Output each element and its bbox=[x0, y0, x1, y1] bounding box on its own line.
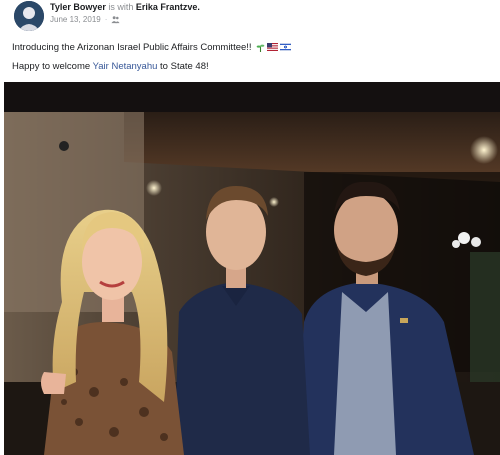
mention-link[interactable]: Yair Netanyahu bbox=[93, 61, 158, 72]
post-header: Tyler Bowyer is with Erika Frantzve. Jun… bbox=[0, 0, 500, 34]
post-meta: June 13, 2019 · bbox=[50, 15, 120, 24]
plant-icon bbox=[256, 44, 265, 52]
intro-text: Introducing the Arizonan Israel Public A… bbox=[12, 42, 252, 53]
post-line-1: Introducing the Arizonan Israel Public A… bbox=[12, 38, 492, 57]
post-text: Introducing the Arizonan Israel Public A… bbox=[12, 38, 492, 76]
friends-icon[interactable] bbox=[111, 15, 120, 24]
us-flag-icon bbox=[267, 42, 279, 51]
welcome-suffix: to State 48! bbox=[157, 61, 209, 72]
post-date[interactable]: June 13, 2019 bbox=[50, 15, 101, 24]
author-avatar[interactable] bbox=[14, 1, 44, 31]
facebook-post: Tyler Bowyer is with Erika Frantzve. Jun… bbox=[0, 0, 500, 455]
meta-separator: · bbox=[104, 15, 108, 24]
israel-flag-icon bbox=[280, 42, 292, 51]
with-text: is with bbox=[108, 2, 134, 12]
group-photo-image bbox=[4, 82, 500, 455]
author-line: Tyler Bowyer is with Erika Frantzve. bbox=[50, 2, 200, 12]
author-name[interactable]: Tyler Bowyer bbox=[50, 2, 106, 12]
emoji-group bbox=[256, 42, 292, 52]
tagged-name[interactable]: Erika Frantzve. bbox=[136, 2, 200, 12]
post-photo[interactable] bbox=[4, 82, 500, 455]
post-line-2: Happy to welcome Yair Netanyahu to State… bbox=[12, 57, 492, 76]
welcome-prefix: Happy to welcome bbox=[12, 61, 93, 72]
avatar-image bbox=[14, 1, 44, 31]
